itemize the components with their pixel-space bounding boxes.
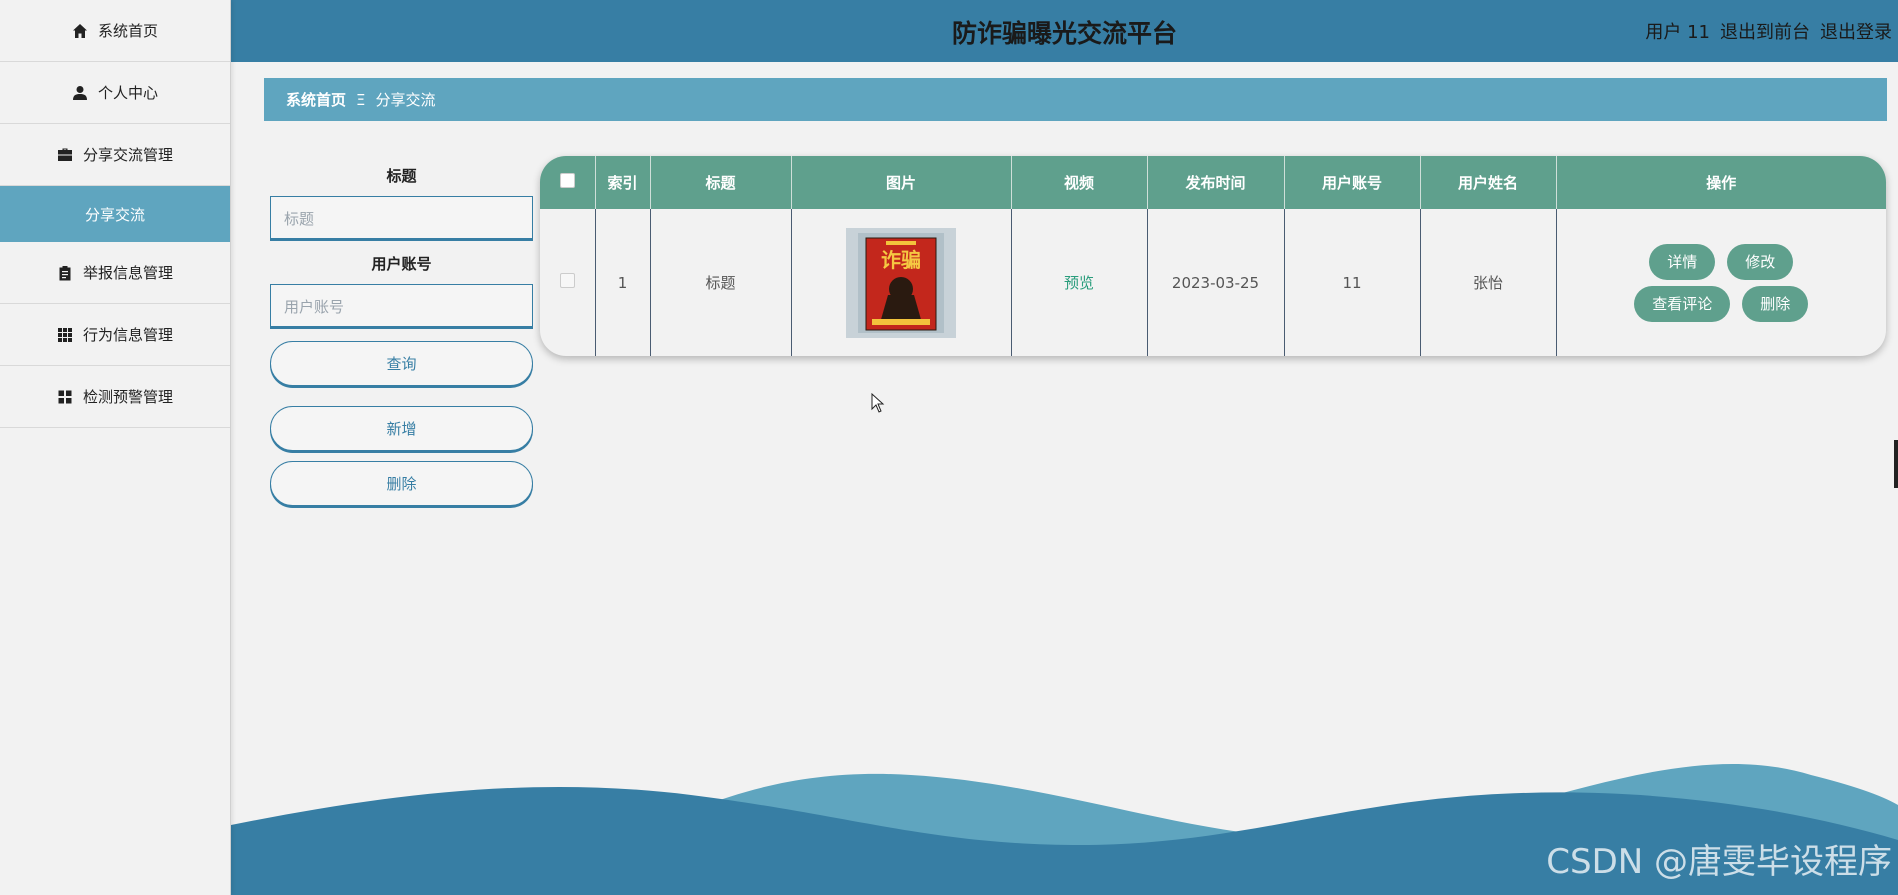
sidebar-item-report-manage[interactable]: 举报信息管理 — [0, 242, 230, 304]
logout-link[interactable]: 退出登录 — [1820, 18, 1892, 44]
sidebar-item-label: 个人中心 — [97, 84, 158, 102]
poster-image: 诈骗 — [858, 232, 944, 333]
user-icon — [72, 85, 87, 100]
row-delete-button[interactable]: 删除 — [1742, 285, 1809, 322]
user-links: 用户 11 退出到前台 退出登录 — [1645, 18, 1892, 44]
account-label: 用户账号 — [371, 255, 432, 273]
delete-selected-button[interactable]: 删除 — [270, 461, 533, 506]
column-header: 视频 — [1011, 156, 1148, 209]
breadcrumb-separator: Ξ — [356, 90, 366, 109]
sidebar: 系统首页 个人中心 分享交流管理 分享交流 举报信息管理 行为信息管理 检测预警… — [0, 0, 231, 895]
video-preview-link[interactable]: 预览 — [1064, 274, 1094, 292]
image-cell: 诈骗 — [791, 209, 1012, 356]
column-header: 标题 — [650, 156, 792, 209]
view-comments-button[interactable]: 查看评论 — [1634, 285, 1731, 322]
sidebar-item-alert-manage[interactable]: 检测预警管理 — [0, 366, 230, 428]
sidebar-item-label: 分享交流管理 — [82, 146, 173, 164]
row-checkbox[interactable] — [559, 273, 575, 288]
date-cell: 2023-03-25 — [1147, 209, 1285, 356]
sidebar-item-label: 系统首页 — [97, 22, 158, 40]
sidebar-item-label: 举报信息管理 — [82, 264, 173, 282]
briefcase-icon — [57, 148, 72, 161]
column-header: 索引 — [595, 156, 651, 209]
watermark: CSDN @唐雯毕设程序 — [1546, 842, 1892, 882]
sidebar-item-home[interactable]: 系统首页 — [0, 0, 230, 62]
back-to-front-link[interactable]: 退出到前台 — [1720, 18, 1810, 44]
add-button[interactable]: 新增 — [270, 406, 533, 451]
breadcrumb: 系统首页 Ξ 分享交流 — [264, 78, 1887, 121]
index-cell: 1 — [595, 209, 651, 356]
current-user: 用户 11 — [1645, 22, 1710, 43]
edit-button[interactable]: 修改 — [1727, 243, 1794, 280]
actions-cell: 详情 修改 查看评论 删除 — [1556, 209, 1886, 356]
column-header: 发布时间 — [1147, 156, 1285, 209]
video-cell: 预览 — [1011, 209, 1148, 356]
account-search-input[interactable] — [270, 284, 533, 329]
poster-thumbnail[interactable]: 诈骗 — [846, 227, 956, 338]
title-search-input[interactable] — [270, 196, 533, 241]
home-icon — [72, 23, 87, 38]
poster-title: 诈骗 — [881, 248, 921, 272]
select-all-header — [540, 156, 596, 209]
column-header: 操作 — [1706, 174, 1737, 192]
sidebar-item-label: 检测预警管理 — [82, 388, 173, 406]
sidebar-item-share-manage[interactable]: 分享交流管理 — [0, 124, 230, 186]
column-header: 用户账号 — [1284, 156, 1421, 209]
column-header: 用户姓名 — [1420, 156, 1557, 209]
mouse-cursor-icon — [871, 393, 885, 413]
row-actions: 详情 修改 查看评论 删除 — [1557, 243, 1887, 322]
query-button[interactable]: 查询 — [270, 341, 533, 386]
sidebar-item-label: 分享交流 — [84, 205, 145, 224]
column-header: 图片 — [791, 156, 1012, 209]
grid-icon — [57, 327, 72, 342]
detail-button[interactable]: 详情 — [1649, 243, 1716, 280]
table-row: 1 标题 诈骗 预览 2023-03-25 11 张怡 详情 修改 查看评论 删… — [540, 209, 1886, 356]
top-header: 防诈骗曝光交流平台 用户 11 退出到前台 退出登录 — [231, 0, 1898, 62]
sidebar-item-label: 行为信息管理 — [82, 326, 173, 344]
sidebar-item-share[interactable]: 分享交流 — [0, 186, 230, 242]
clipboard-icon — [59, 265, 71, 280]
account-cell: 11 — [1284, 209, 1421, 356]
sidebar-item-profile[interactable]: 个人中心 — [0, 62, 230, 124]
search-panel: 标题 用户账号 查询 新增 删除 — [270, 165, 533, 506]
sidebar-item-behavior-manage[interactable]: 行为信息管理 — [0, 304, 230, 366]
row-select-cell — [540, 209, 596, 356]
apps-icon — [58, 390, 72, 403]
title-label: 标题 — [386, 167, 417, 185]
scrollbar-thumb[interactable] — [1894, 440, 1898, 488]
table-header-row: 索引 标题 图片 视频 发布时间 用户账号 用户姓名 操作 — [540, 156, 1886, 209]
data-table: 索引 标题 图片 视频 发布时间 用户账号 用户姓名 操作 1 标题 诈骗 预览… — [540, 156, 1886, 356]
name-cell: 张怡 — [1420, 209, 1557, 356]
breadcrumb-home[interactable]: 系统首页 — [286, 89, 346, 110]
select-all-checkbox[interactable] — [559, 173, 575, 188]
breadcrumb-current: 分享交流 — [375, 91, 436, 109]
title-cell: 标题 — [650, 209, 792, 356]
